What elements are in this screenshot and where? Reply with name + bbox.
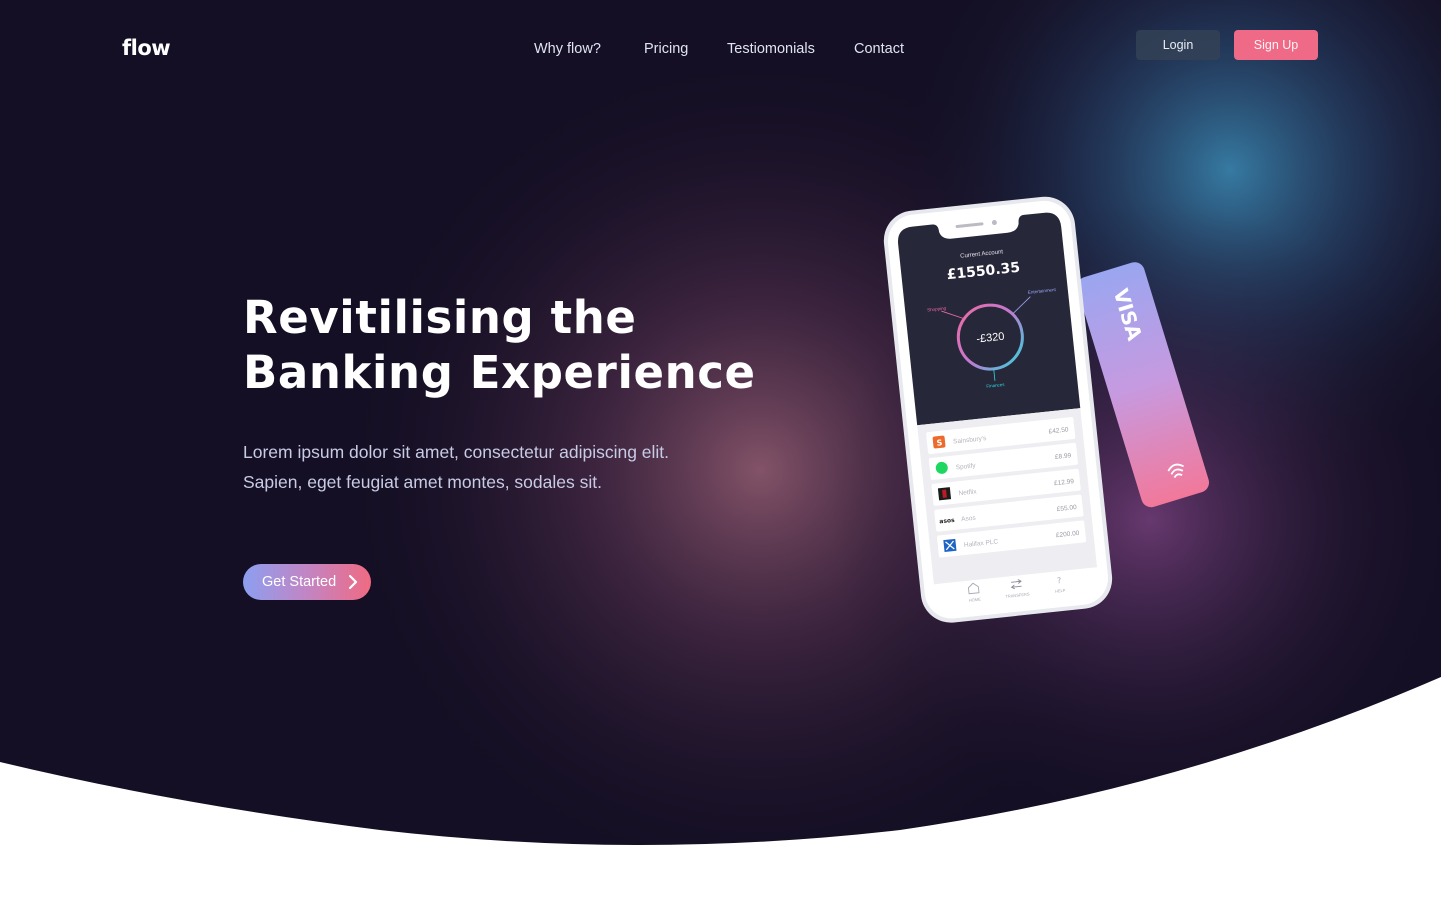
chevron-right-icon [349,574,358,590]
hero-section: flow Why flow? Pricing Testiomonials Con… [0,0,1441,920]
hero-headline-line-2: Banking Experience [243,346,756,399]
nav-link-why-flow[interactable]: Why flow? [534,41,601,57]
nav-link-pricing[interactable]: Pricing [644,41,688,57]
get-started-label: Get Started [262,574,337,590]
login-button[interactable]: Login [1136,30,1220,60]
hero-subtitle-line-1: Lorem ipsum dolor sit amet, consectetur … [243,442,670,462]
hero-subtitle: Lorem ipsum dolor sit amet, consectetur … [243,437,723,497]
svg-text:S: S [936,438,943,448]
hero-subtitle-line-2: Sapien, eget feugiat amet montes, sodale… [243,472,602,492]
hero-headline-line-1: Revitilising the [243,291,637,344]
nav-link-testimonials[interactable]: Testiomonials [727,41,815,57]
hero-headline: Revitilising the Banking Experience [243,290,763,400]
main-nav: Why flow? Pricing Testiomonials Contact [0,41,1441,61]
signup-button[interactable]: Sign Up [1234,30,1318,60]
transaction-list: S Sainsbury's £42.50 Spotify £8.99 Netfl… [926,417,1087,558]
get-started-button[interactable]: Get Started [243,564,371,600]
phone-mockup: VISA Current Account £1550.35 -£320 Shop… [883,196,1210,623]
nav-link-contact[interactable]: Contact [854,41,904,57]
